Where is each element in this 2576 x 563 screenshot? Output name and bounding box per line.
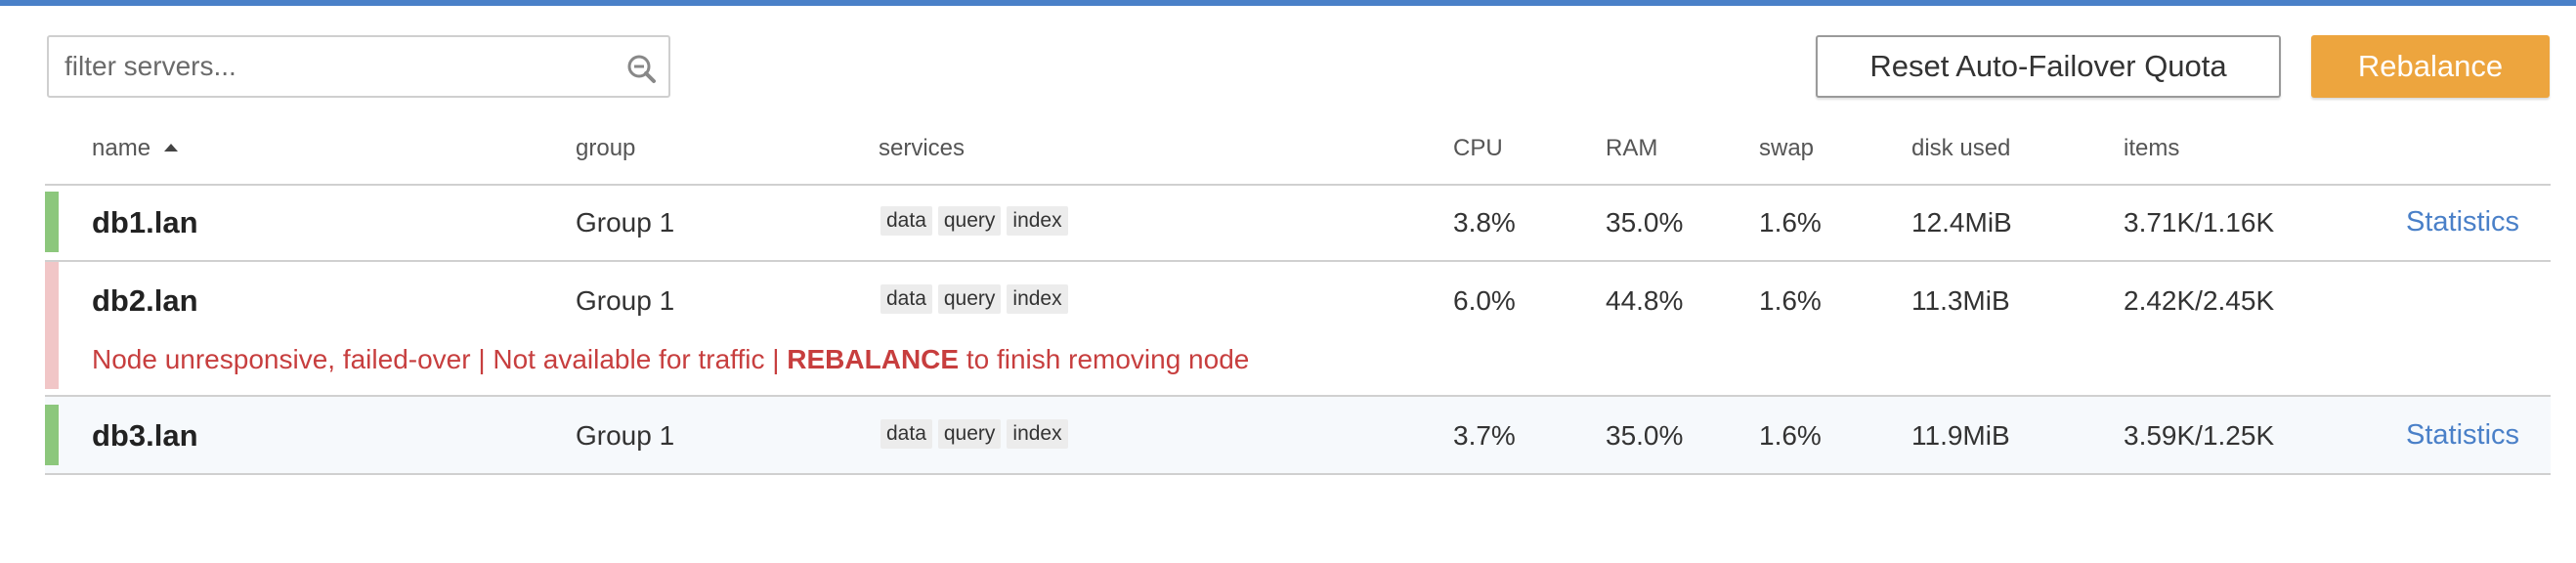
servers-page: Reset Auto-Failover Quota Rebalance name… [0,0,2576,563]
server-group: Group 1 [576,285,675,316]
rebalance-emphasis: REBALANCE [787,344,960,374]
column-header-cpu[interactable]: CPU [1453,135,1503,162]
failover-warning-message: Node unresponsive, failed-over | Not ava… [92,344,1249,375]
status-indicator-healthy [45,192,59,252]
service-tag: index [1007,284,1068,314]
ram-value: 35.0% [1606,420,1684,451]
items-value: 3.71K/1.16K [2124,207,2275,238]
services-tags: data query index [880,206,1068,236]
server-name: db1.lan [92,205,198,239]
server-row-db2[interactable]: db2.lan Group 1 data query index 6.0% 44… [45,262,2551,397]
column-header-services[interactable]: services [879,135,965,162]
service-tag: data [880,284,932,314]
swap-value: 1.6% [1759,285,1822,316]
disk-used-value: 11.3MiB [1911,285,2010,316]
service-tag: query [937,206,1002,236]
items-value: 2.42K/2.45K [2124,285,2275,316]
column-header-group[interactable]: group [576,135,635,162]
service-tag: query [937,284,1002,314]
rebalance-button[interactable]: Rebalance [2311,35,2550,98]
swap-value: 1.6% [1759,420,1822,451]
server-name: db3.lan [92,418,198,453]
top-accent-bar [0,0,2576,6]
statistics-link[interactable]: Statistics [2406,419,2519,452]
swap-value: 1.6% [1759,207,1822,238]
cpu-value: 3.7% [1453,420,1516,451]
service-tag: data [880,419,932,449]
services-tags: data query index [880,419,1068,449]
column-header-name-label: name [92,135,151,161]
server-group: Group 1 [576,420,675,451]
filter-servers-input[interactable] [64,45,612,88]
column-header-items[interactable]: items [2124,135,2179,162]
filter-servers-field[interactable] [47,35,670,98]
servers-table-header: name group services CPU RAM swap disk us… [45,127,2551,186]
disk-used-value: 11.9MiB [1911,420,2010,451]
ram-value: 35.0% [1606,207,1684,238]
server-group: Group 1 [576,207,675,238]
reset-auto-failover-quota-button[interactable]: Reset Auto-Failover Quota [1816,35,2281,98]
column-header-name[interactable]: name [92,135,179,162]
service-tag: index [1007,206,1068,236]
warning-text-prefix: Node unresponsive, failed-over | Not ava… [92,344,788,374]
ram-value: 44.8% [1606,285,1684,316]
column-header-disk-used[interactable]: disk used [1911,135,2010,162]
statistics-link[interactable]: Statistics [2406,206,2519,238]
items-value: 3.59K/1.25K [2124,420,2275,451]
cpu-value: 3.8% [1453,207,1516,238]
status-indicator-failed-over [45,262,59,389]
search-icon[interactable] [625,53,657,84]
server-name: db2.lan [92,283,198,318]
column-header-ram[interactable]: RAM [1606,135,1657,162]
service-tag: query [937,419,1002,449]
service-tag: index [1007,419,1068,449]
cpu-value: 6.0% [1453,285,1516,316]
server-row-db1[interactable]: db1.lan Group 1 data query index 3.8% 35… [45,184,2551,262]
server-row-db3[interactable]: db3.lan Group 1 data query index 3.7% 35… [45,397,2551,475]
disk-used-value: 12.4MiB [1911,207,2012,238]
column-header-swap[interactable]: swap [1759,135,1814,162]
services-tags: data query index [880,284,1068,314]
sort-ascending-icon [164,144,179,152]
service-tag: data [880,206,932,236]
status-indicator-healthy [45,405,59,465]
warning-text-suffix: to finish removing node [959,344,1250,374]
